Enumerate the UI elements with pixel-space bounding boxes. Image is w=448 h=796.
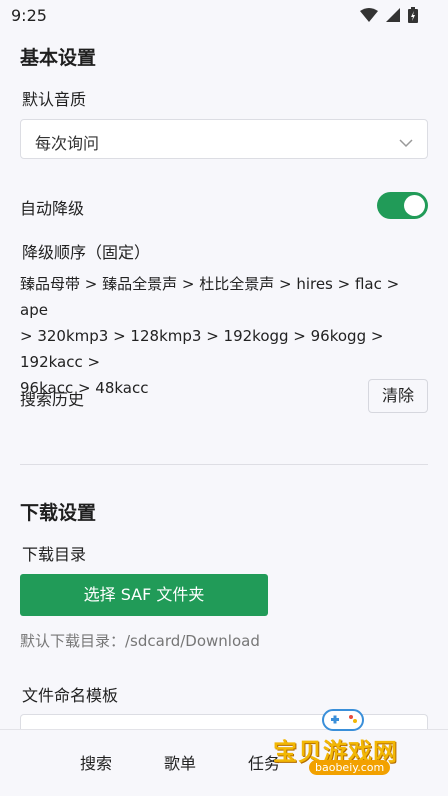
status-icons: [360, 7, 418, 23]
search-history-label: 搜索历史: [20, 390, 85, 409]
nav-tab-playlist[interactable]: 歌单: [164, 750, 196, 774]
basic-settings-title: 基本设置: [20, 47, 97, 69]
downgrade-order-label: 降级顺序（固定）: [22, 243, 151, 262]
section-divider: [20, 464, 428, 465]
default-quality-value: 每次询问: [35, 134, 100, 153]
watermark-url: baobeiy.com: [309, 760, 391, 775]
toggle-knob: [404, 195, 425, 216]
auto-downgrade-label: 自动降级: [20, 199, 85, 218]
default-download-dir-hint: 默认下载目录：/sdcard/Download: [20, 632, 260, 650]
file-naming-template-label: 文件命名模板: [22, 686, 119, 705]
screen: 9:25 基本设置 默认音质 每次询问 自动降级 降级顺序（固定） 臻品母带 >…: [0, 0, 448, 796]
select-saf-folder-button[interactable]: 选择 SAF 文件夹: [20, 574, 268, 616]
auto-downgrade-toggle[interactable]: [377, 192, 428, 219]
watermark-logo: 宝贝游戏网 baobeiy.com: [265, 700, 445, 790]
signal-icon: [386, 8, 400, 22]
nav-tab-search[interactable]: 搜索: [80, 750, 112, 774]
wifi-icon: [360, 8, 378, 22]
battery-icon: [408, 7, 418, 23]
chevron-down-icon: [399, 133, 413, 152]
order-line-1: 臻品母带 > 臻品全景声 > 杜比全景声 > hires > flac > ap…: [20, 275, 400, 319]
status-time: 9:25: [11, 6, 47, 25]
download-settings-title: 下载设置: [20, 502, 97, 524]
order-line-2: > 320kmp3 > 128kmp3 > 192kogg > 96kogg >…: [20, 327, 384, 371]
default-quality-select[interactable]: 每次询问: [20, 119, 428, 159]
download-dir-label: 下载目录: [22, 545, 87, 564]
clear-history-button[interactable]: 清除: [368, 379, 428, 413]
downgrade-order-text: 臻品母带 > 臻品全景声 > 杜比全景声 > hires > flac > ap…: [20, 271, 428, 401]
status-bar: 9:25: [0, 0, 448, 32]
default-quality-label: 默认音质: [22, 90, 87, 109]
